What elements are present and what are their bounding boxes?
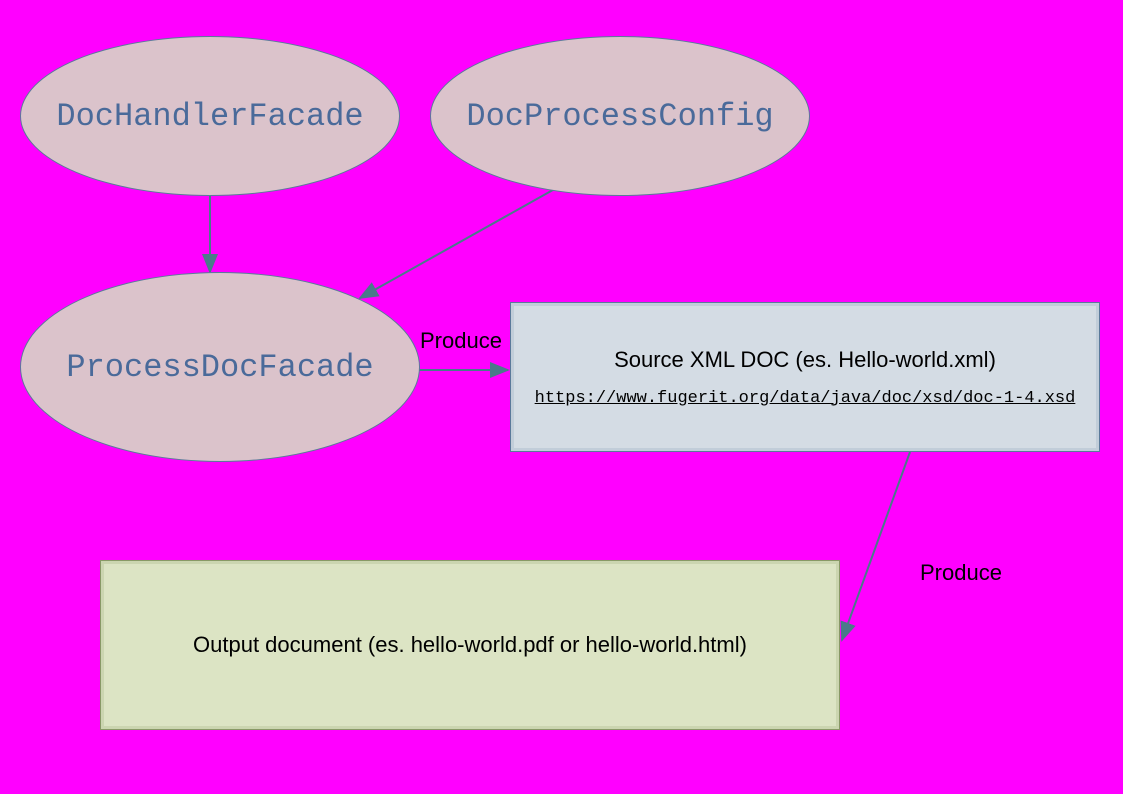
source-box-title: Source XML DOC (es. Hello-world.xml)	[614, 347, 996, 373]
source-box-link[interactable]: https://www.fugerit.org/data/java/doc/xs…	[535, 389, 1076, 408]
node-doc-handler-facade: DocHandlerFacade	[20, 36, 400, 196]
edge-label-produce-2: Produce	[920, 560, 1002, 586]
node-process-doc-facade: ProcessDocFacade	[20, 272, 420, 462]
node-label: DocHandlerFacade	[56, 98, 363, 135]
node-doc-process-config: DocProcessConfig	[430, 36, 810, 196]
node-source-xml-box: Source XML DOC (es. Hello-world.xml) htt…	[510, 302, 1100, 452]
node-output-document-box: Output document (es. hello-world.pdf or …	[100, 560, 840, 730]
output-box-text: Output document (es. hello-world.pdf or …	[193, 632, 747, 658]
node-label: DocProcessConfig	[466, 98, 773, 135]
edge-label-produce-1: Produce	[420, 328, 502, 354]
node-label: ProcessDocFacade	[66, 349, 373, 386]
